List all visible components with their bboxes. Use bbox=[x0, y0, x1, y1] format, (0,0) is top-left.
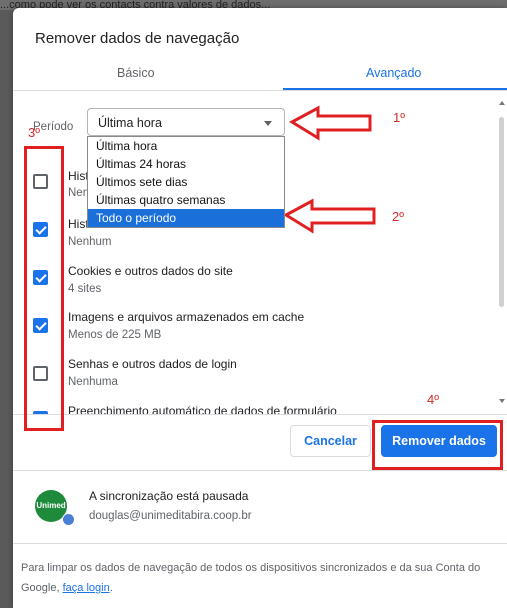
period-option[interactable]: Últimas 24 horas bbox=[88, 155, 284, 173]
cancel-button[interactable]: Cancelar bbox=[290, 425, 371, 457]
item-subtitle: 4 sites bbox=[68, 283, 102, 295]
dialog-title: Remover dados de navegação bbox=[35, 30, 240, 47]
period-option-highlighted[interactable]: Todo o período bbox=[88, 209, 284, 227]
item-title: Senhas e outros dados de login bbox=[68, 357, 237, 371]
period-options-list: Última hora Últimas 24 horas Últimos set… bbox=[87, 136, 285, 228]
scroll-up-arrow-icon[interactable] bbox=[499, 101, 505, 105]
period-option[interactable]: Últimos sete dias bbox=[88, 173, 284, 191]
sync-divider bbox=[13, 470, 507, 471]
item-title: Hist bbox=[68, 169, 89, 183]
footer-divider bbox=[13, 543, 507, 544]
period-option[interactable]: Últimas quatro semanas bbox=[88, 191, 284, 209]
sync-status-text: A sincronização está pausada bbox=[89, 489, 249, 503]
scrollbar[interactable] bbox=[499, 97, 505, 407]
account-email: douglas@unimeditabira.coop.br bbox=[89, 510, 252, 522]
annotation-box-checkboxes bbox=[24, 146, 64, 431]
buttons-divider bbox=[13, 414, 507, 415]
dropdown-caret-icon bbox=[264, 121, 272, 126]
sync-paused-icon bbox=[62, 513, 75, 526]
item-subtitle: Menos de 225 MB bbox=[68, 329, 162, 341]
tab-basic[interactable]: Básico bbox=[117, 66, 155, 80]
item-subtitle: Nenhuma bbox=[68, 376, 118, 388]
item-title: Cookies e outros dados do site bbox=[68, 264, 233, 278]
item-title: Imagens e arquivos armazenados em cache bbox=[68, 310, 305, 324]
footer-end: . bbox=[109, 582, 113, 594]
tab-advanced[interactable]: Avançado bbox=[366, 66, 421, 80]
period-selected-value: Última hora bbox=[98, 116, 162, 130]
footer-note: Para limpar os dados de navegação de tod… bbox=[21, 558, 501, 598]
annotation-label-4: 4º bbox=[427, 392, 439, 407]
period-select[interactable]: Última hora bbox=[87, 108, 285, 136]
item-title: Hist bbox=[68, 217, 89, 231]
annotation-label-3: 3º bbox=[28, 125, 40, 140]
annotation-label-2: 2º bbox=[392, 209, 404, 224]
annotation-arrow-2-icon bbox=[282, 198, 376, 234]
sign-in-link[interactable]: faça login bbox=[63, 582, 110, 594]
item-subtitle: Nen bbox=[68, 187, 90, 199]
item-subtitle: Nenhum bbox=[68, 236, 112, 248]
clear-browsing-data-dialog: Remover dados de navegação Básico Avança… bbox=[13, 8, 507, 608]
annotation-label-1: 1º bbox=[393, 110, 405, 125]
annotation-box-remove-button bbox=[372, 420, 503, 470]
scrollbar-thumb[interactable] bbox=[499, 117, 504, 307]
options-scroll-area[interactable]: Período Última hora Última hora Últimas … bbox=[13, 91, 507, 414]
period-option[interactable]: Última hora bbox=[88, 137, 284, 155]
scroll-down-arrow-icon[interactable] bbox=[499, 399, 505, 403]
annotation-arrow-1-icon bbox=[288, 105, 372, 141]
item-title: Preenchimento automático de dados de for… bbox=[68, 404, 337, 414]
